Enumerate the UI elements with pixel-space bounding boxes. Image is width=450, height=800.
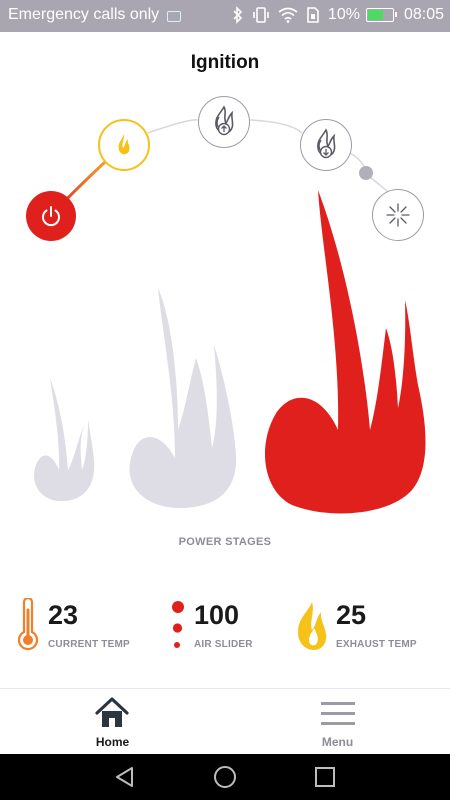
vibrate-icon [252,6,270,24]
square-recents-icon [315,767,335,787]
battery-percent: 10% [327,6,360,23]
power-stages-label: POWER STAGES [178,536,272,548]
stage-power-down-button[interactable] [300,119,352,171]
battery-fill [367,10,383,20]
air-slider-label: AIR SLIDER [194,639,253,650]
recents-button[interactable] [312,764,338,790]
flame-down-icon [317,128,336,159]
stage-progress-dot [359,166,373,180]
flame-icon [118,134,130,155]
status-left: Emergency calls only [8,6,182,24]
stage-ignition-button[interactable] [98,119,150,171]
power-stage-flame-3[interactable] [264,190,426,514]
exhaust-temp-label: EXHAUST TEMP [336,639,417,650]
stat-current-temp: 23 CURRENT TEMP [16,598,146,654]
status-bar: Emergency calls only 10% 08:05 [0,0,450,32]
power-stages-flames [34,190,426,514]
back-icon [116,767,133,787]
nav-home[interactable]: Home [0,689,225,755]
battery-icon [365,8,397,22]
bottom-nav: Home Menu [0,688,450,754]
sim-card-icon [167,10,182,22]
flame-up-icon [215,105,234,136]
nav-menu[interactable]: Menu [225,689,450,755]
circle-home-icon [214,766,236,788]
status-time: 08:05 [403,6,444,23]
stat-exhaust-temp: 25 EXHAUST TEMP [292,598,442,654]
android-nav-bar [0,754,450,800]
thermometer-icon [17,598,39,651]
nav-menu-label: Menu [321,735,354,749]
home-system-button[interactable] [212,764,238,790]
home-icon [95,697,129,727]
carrier-text: Emergency calls only [8,6,160,23]
stat-air-slider[interactable]: 100 AIR SLIDER [166,598,286,654]
sim-status-icon [306,6,320,24]
power-stage-flame-1 [34,378,95,502]
bluetooth-icon [232,6,244,24]
wifi-icon [278,7,298,23]
menu-icon [321,702,355,725]
arc-track-1 [147,119,201,134]
back-button[interactable] [112,764,138,790]
status-right: 10% 08:05 [232,6,444,24]
nav-home-label: Home [95,735,130,749]
exhaust-temp-value: 25 [336,600,367,630]
air-dots-icon [172,601,184,648]
arc-track-2 [249,119,303,134]
stage-power-up-button[interactable] [198,96,250,148]
current-temp-label: CURRENT TEMP [48,639,130,650]
power-stage-flame-2 [129,288,237,508]
current-temp-value: 23 [48,600,79,630]
exhaust-flame-icon [298,602,327,650]
air-slider-value: 100 [194,600,240,630]
